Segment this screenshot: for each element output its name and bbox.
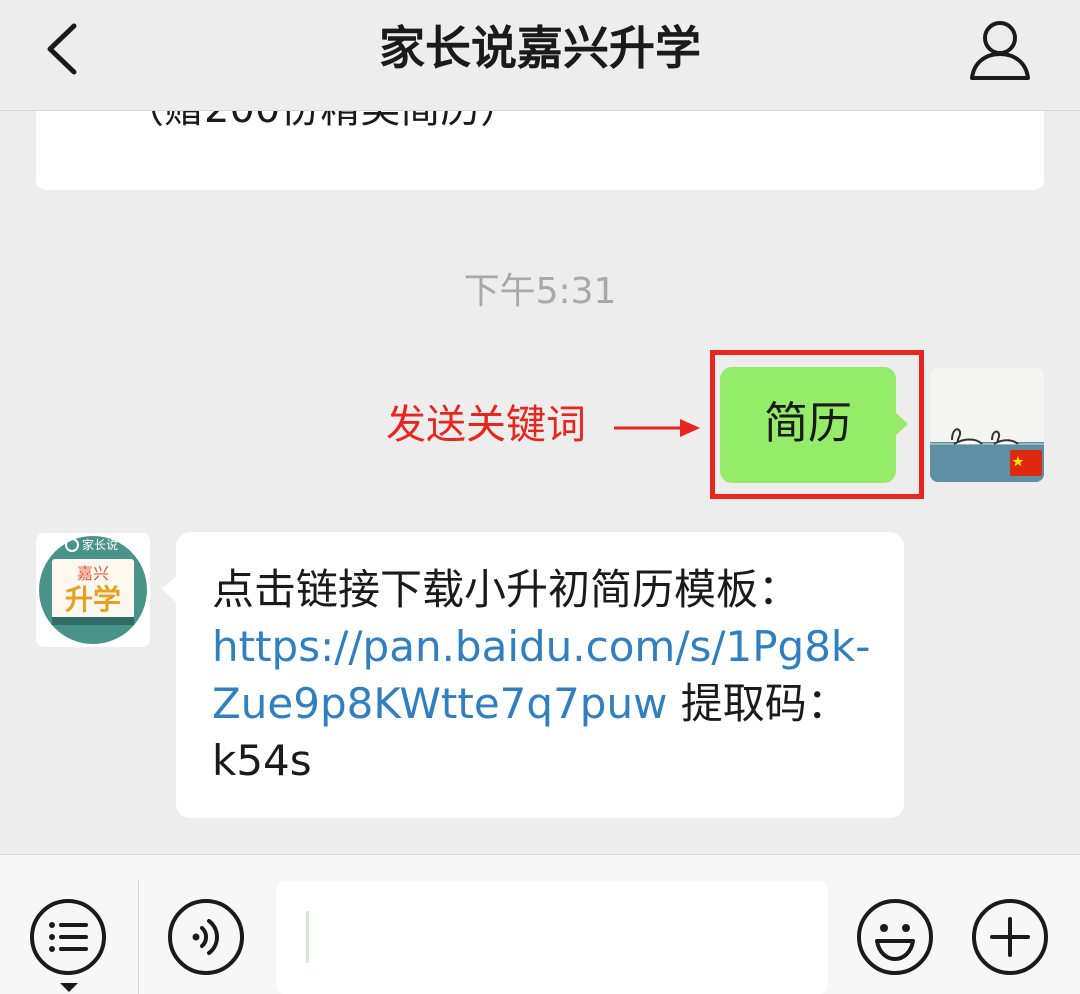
chat-input-bar [0, 854, 1080, 994]
message-timestamp: 下午5:31 [463, 271, 617, 312]
menu-button[interactable] [28, 897, 108, 977]
logo-badge-text: 家长说 [82, 537, 118, 552]
chat-info-button[interactable] [962, 16, 1038, 86]
annotation-label: 发送关键词 [386, 402, 586, 448]
avatar-image [930, 368, 1044, 482]
annotation-arrow-icon [614, 419, 700, 437]
emoji-icon [857, 899, 933, 975]
text-cursor [306, 911, 309, 963]
sent-message-text: 简历 [764, 398, 852, 449]
logo-line2-text: 升学 [65, 583, 121, 616]
sender-avatar[interactable]: 家长说 嘉兴 升学 [36, 533, 150, 647]
menu-list-icon [30, 899, 106, 975]
extraction-code: k54s [212, 736, 312, 785]
more-button[interactable] [970, 897, 1050, 977]
menu-caret-icon [60, 983, 78, 992]
chat-header: 家长说嘉兴升学 [0, 0, 1080, 111]
received-message-bubble[interactable]: 点击链接下载小升初简历模板： https://pan.baidu.com/s/1… [162, 532, 904, 818]
download-link-continued[interactable]: Zue9p8KWtte7q7puw [212, 679, 667, 728]
bar-divider [138, 879, 139, 994]
message-input[interactable] [276, 881, 828, 994]
chat-title: 家长说嘉兴升学 [379, 21, 701, 75]
person-icon [970, 21, 1030, 80]
emoji-button[interactable] [855, 897, 935, 977]
received-message-line: 点击链接下载小升初简历模板： [212, 565, 801, 614]
logo-line1-text: 嘉兴 [77, 564, 109, 583]
extraction-code-label: 提取码： [667, 679, 849, 728]
my-avatar[interactable] [930, 368, 1044, 482]
voice-icon [168, 899, 244, 975]
sent-message-bubble[interactable]: 简历 [720, 367, 908, 483]
received-message-link-row: https://pan.baidu.com/s/1Pg8k- [212, 619, 870, 675]
plus-icon [972, 899, 1048, 975]
voice-button[interactable] [166, 897, 246, 977]
download-link[interactable]: https://pan.baidu.com/s/1Pg8k- [212, 622, 870, 671]
logo-image: 家长说 嘉兴 升学 [39, 536, 147, 644]
received-message-link-row: Zue9p8KWtte7q7puw 提取码： [212, 676, 849, 732]
